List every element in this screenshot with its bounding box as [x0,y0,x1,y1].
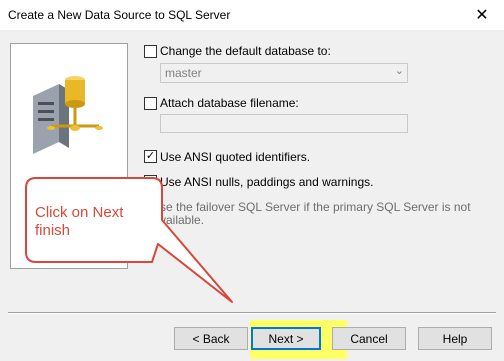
callout-line-2: finish [35,222,71,239]
callout-bubble [25,177,233,303]
callout-line-1: Click on Next [35,204,124,221]
callout-text: Click on Next finish [35,204,155,240]
